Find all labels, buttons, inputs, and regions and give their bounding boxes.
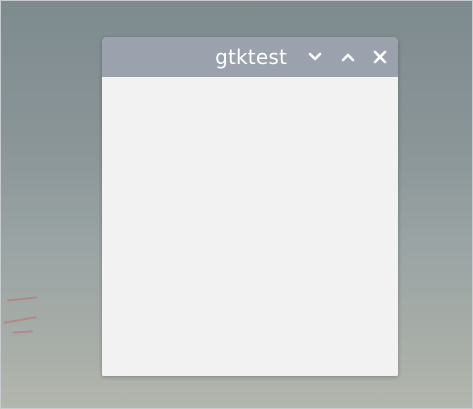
app-window: gtktest [102,37,398,376]
minimize-button[interactable] [305,47,325,67]
desktop-wallpaper-streak [12,330,34,334]
chevron-up-icon [341,53,355,62]
close-icon [373,50,387,64]
desktop: gtktest [0,0,473,409]
desktop-wallpaper-streak [6,296,38,302]
maximize-button[interactable] [338,47,358,67]
window-content-area [102,77,398,376]
window-titlebar[interactable]: gtktest [102,37,398,77]
close-button[interactable] [370,47,390,67]
window-title: gtktest [215,45,287,69]
chevron-down-icon [308,52,322,61]
desktop-wallpaper-streak [3,316,37,324]
